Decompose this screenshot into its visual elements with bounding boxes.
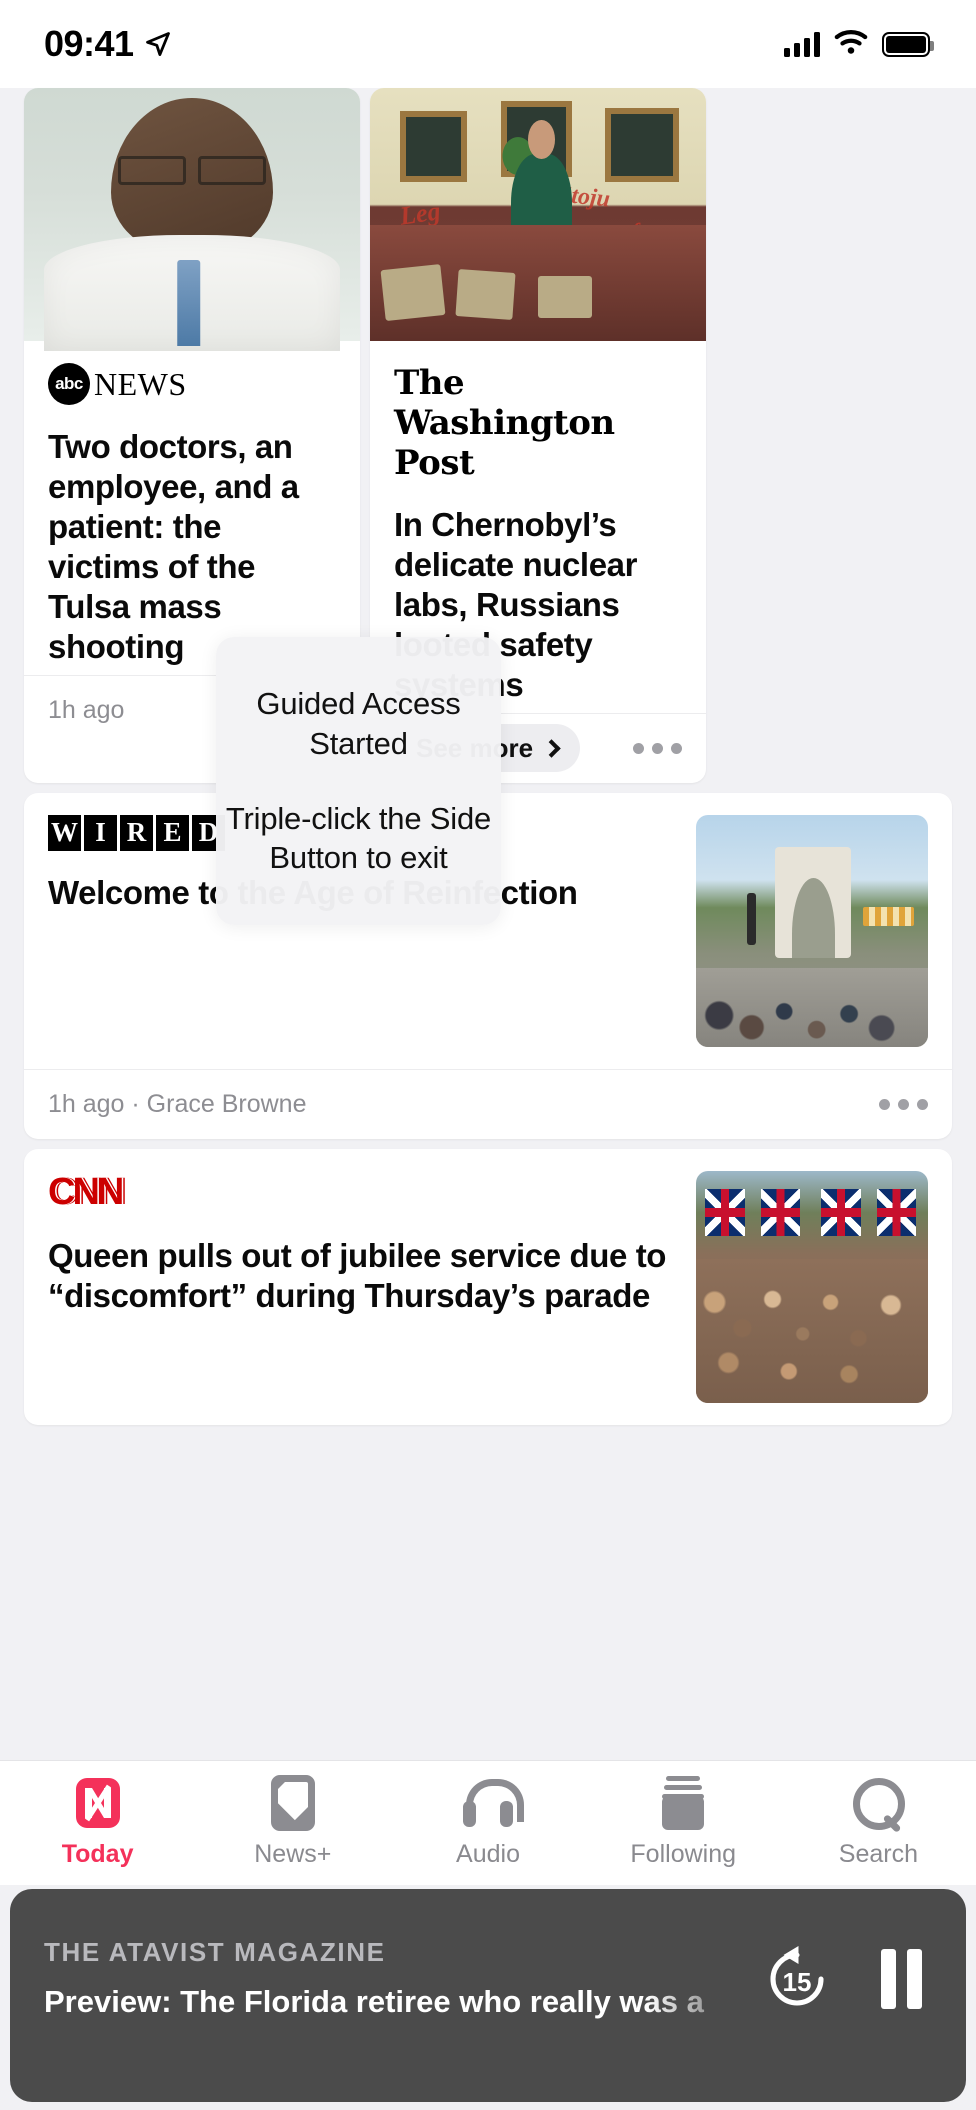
tab-news-plus[interactable]: News+: [195, 1775, 390, 1869]
publisher-logo-washington-post[interactable]: The Washington Post: [394, 363, 682, 483]
tab-audio[interactable]: Audio: [390, 1775, 585, 1869]
article-card-cnn[interactable]: CNN Queen pulls out of jubilee service d…: [24, 1148, 952, 1425]
article-thumbnail-jubilee: [696, 1170, 928, 1403]
abc-mark: abc: [48, 363, 90, 405]
tab-label-search: Search: [838, 1840, 919, 1868]
skip-back-15-icon[interactable]: 15: [761, 1943, 833, 2015]
abc-wordmark: NEWS: [94, 365, 187, 402]
wired-letter: E: [156, 814, 189, 851]
tab-following[interactable]: Following: [586, 1775, 781, 1869]
article-headline[interactable]: Two doctors, an employee, and a patient:…: [48, 427, 336, 667]
player-text: THE ATAVIST MAGAZINE Preview: The Florid…: [44, 1937, 761, 2020]
tab-label-news-plus: News+: [254, 1840, 332, 1868]
publisher-logo-cnn[interactable]: CNN: [48, 1171, 676, 1214]
following-stack-icon: [660, 1775, 706, 1831]
guided-access-banner: Guided Access Started Triple-click the S…: [216, 637, 501, 925]
picture-frame: [400, 110, 468, 182]
chevron-right-icon: [542, 738, 561, 758]
location-arrow-icon: [144, 30, 172, 58]
article-headline[interactable]: Queen pulls out of jubilee service due t…: [48, 1236, 676, 1316]
tab-label-today: Today: [61, 1840, 134, 1868]
wifi-icon: [834, 29, 868, 60]
player-source: THE ATAVIST MAGAZINE: [44, 1937, 386, 1967]
glasses-detail: [118, 156, 266, 185]
wired-letter: R: [120, 814, 153, 851]
tie-detail: [176, 260, 201, 347]
status-bar-right: [784, 29, 934, 60]
skip-back-seconds: 15: [782, 1966, 812, 1997]
apple-news-logo-icon: [74, 1775, 122, 1831]
article-body: abc NEWS Two doctors, an employee, and a…: [24, 341, 360, 675]
player-controls: 15: [761, 1937, 922, 2015]
article-timestamp-author: 1h ago · Grace Browne: [48, 1089, 307, 1118]
article-image-doctor: [24, 88, 360, 352]
guided-access-instruction: Triple-click the Side Button to exit: [225, 801, 492, 876]
headphones-icon: [463, 1775, 524, 1831]
battery-full-icon: [882, 31, 934, 57]
player-title: Preview: The Florida retiree who really …: [44, 1984, 704, 2019]
mini-audio-player[interactable]: THE ATAVIST MAGAZINE Preview: The Florid…: [10, 1889, 966, 2102]
article-image-chernobyl: Leg Stoju Asof: [370, 88, 706, 341]
tab-bar: Today News+ Audio Following Search: [0, 1760, 976, 1885]
cellular-signal-icon: [784, 31, 820, 57]
article-timestamp: 1h ago: [48, 695, 125, 724]
wired-letter: W: [48, 814, 81, 851]
clock: 09:41: [44, 23, 134, 64]
tab-label-following: Following: [630, 1840, 737, 1868]
article-split-layout: CNN Queen pulls out of jubilee service d…: [24, 1149, 952, 1425]
guided-access-title: Guided Access Started: [256, 686, 461, 761]
tab-today[interactable]: Today: [0, 1775, 195, 1869]
magnifying-glass-icon: [853, 1775, 906, 1831]
publisher-logo-abc[interactable]: abc NEWS: [48, 363, 336, 405]
article-body: CNN Queen pulls out of jubilee service d…: [48, 1171, 676, 1403]
article-footer: 1h ago · Grace Browne: [24, 1068, 952, 1139]
status-bar-left: 09:41: [44, 23, 172, 65]
more-options-icon[interactable]: [879, 1098, 928, 1110]
wired-letter: I: [84, 814, 117, 851]
article-thumbnail-arch: [696, 814, 928, 1047]
more-options-icon[interactable]: [633, 742, 682, 754]
tab-label-audio: Audio: [456, 1840, 520, 1868]
pause-icon[interactable]: [881, 1949, 922, 2009]
status-bar: 09:41: [0, 0, 976, 88]
tab-search[interactable]: Search: [781, 1775, 976, 1869]
picture-frame: [605, 108, 680, 182]
sofa-detail: [370, 224, 706, 341]
newspaper-icon: [270, 1775, 315, 1831]
